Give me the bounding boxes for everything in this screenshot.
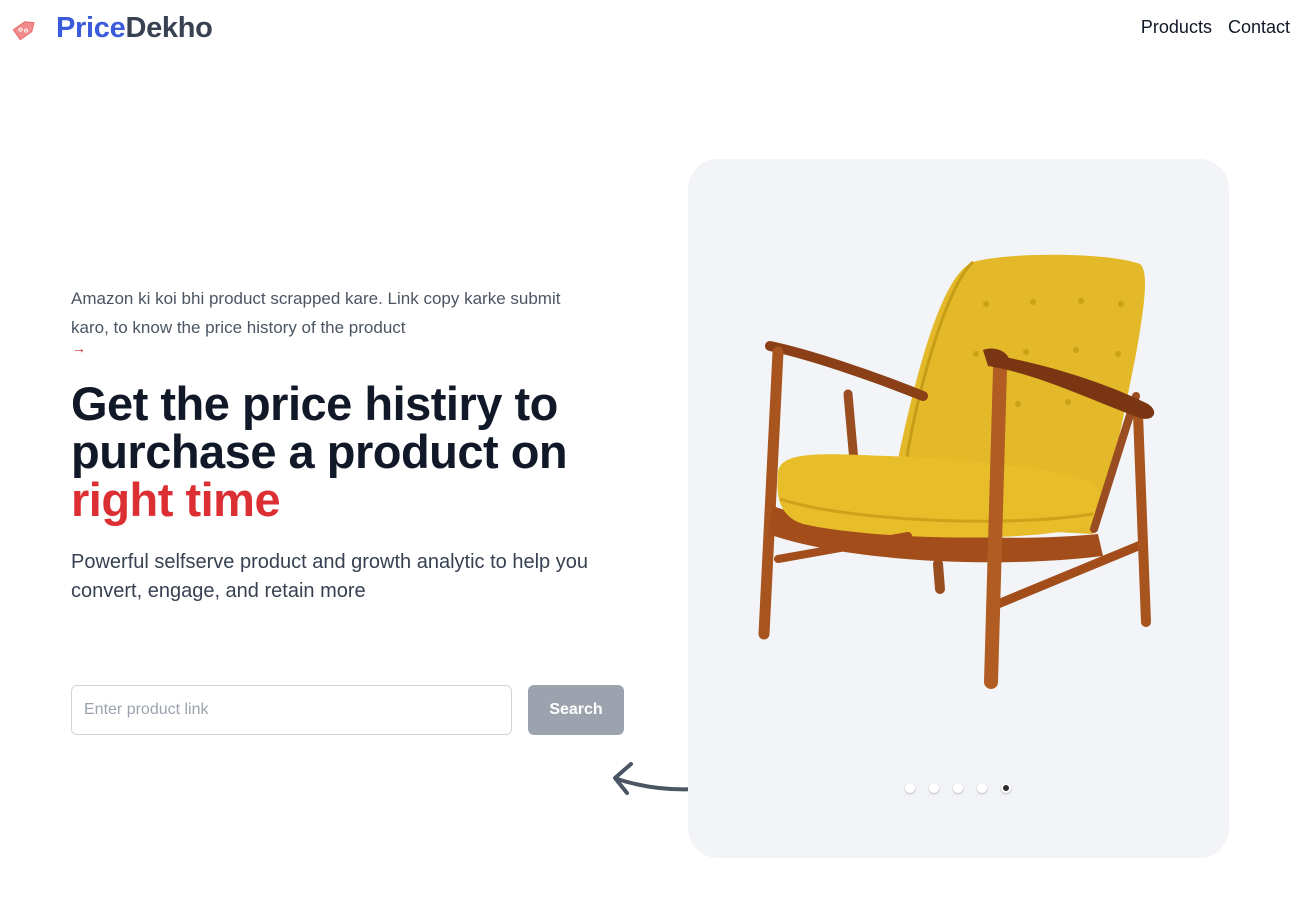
main-nav: Products Contact — [1141, 17, 1290, 38]
logo-text-price: Price — [56, 12, 126, 44]
hero-subtitle: Powerful selfserve product and growth an… — [71, 551, 588, 602]
hero-headline: Get the price histiry to purchase a prod… — [71, 380, 671, 524]
logo-link[interactable]: PriceDekho — [10, 12, 213, 45]
logo-text: PriceDekho — [56, 12, 213, 45]
carousel-dot[interactable] — [905, 783, 915, 793]
carousel-dot[interactable] — [977, 783, 987, 793]
nav-products-link[interactable]: Products — [1141, 17, 1212, 38]
product-carousel — [688, 159, 1229, 858]
product-link-input[interactable] — [71, 685, 512, 735]
carousel-dot-active[interactable] — [1001, 783, 1011, 793]
logo-text-dekho: Dekho — [125, 12, 213, 44]
site-header: PriceDekho Products Contact — [0, 0, 1294, 60]
carousel-dots — [905, 783, 1011, 793]
nav-contact-link[interactable]: Contact — [1228, 17, 1290, 38]
carousel-dot[interactable] — [953, 783, 963, 793]
arrow-right-icon: → — [72, 340, 86, 356]
search-button[interactable]: Search — [528, 685, 624, 735]
headline-accent: right time — [71, 473, 281, 526]
headline-main: Get the price histiry to purchase a prod… — [71, 377, 568, 478]
hero-tagline: Amazon ki koi bhi product scrapped kare.… — [71, 289, 561, 337]
carousel-dot[interactable] — [929, 783, 939, 793]
price-tag-icon — [10, 14, 40, 44]
armchair-image — [758, 254, 1155, 689]
